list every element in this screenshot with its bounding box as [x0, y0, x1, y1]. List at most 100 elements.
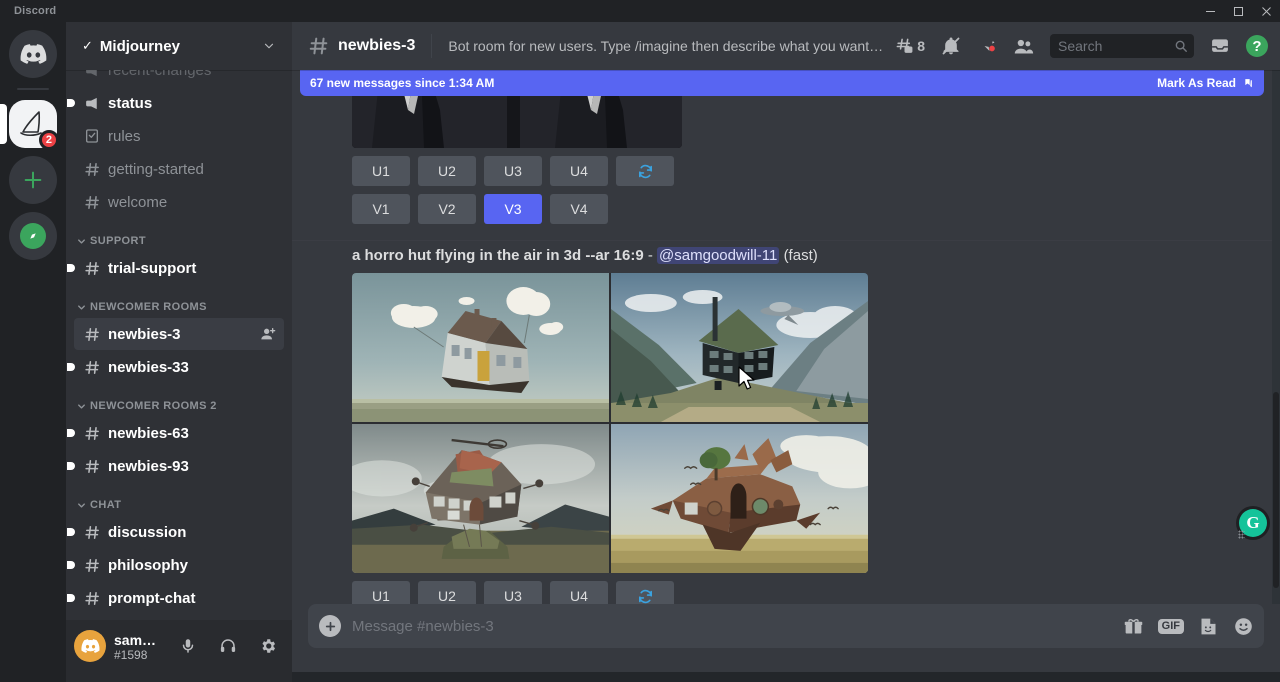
variation-button-row: V1 V2 V3 V4: [352, 186, 1264, 224]
announcement-icon: [82, 95, 102, 112]
hash-thread-icon: [82, 326, 102, 343]
sidebar-item-newbies-63[interactable]: newbies-63: [74, 417, 284, 449]
member-list-button[interactable]: [1009, 36, 1038, 57]
sidebar-item-trial-support[interactable]: trial-support: [74, 252, 284, 284]
announcement-icon: [82, 70, 102, 79]
rail-divider: [17, 88, 49, 90]
message-item: a horro hut flying in the air in 3d --ar…: [292, 240, 1280, 604]
rail-item-home[interactable]: [9, 30, 57, 78]
unread-indicator: [67, 99, 75, 107]
mark-as-read-button[interactable]: Mark As Read: [1157, 76, 1254, 90]
message-scrollbar[interactable]: [1272, 70, 1280, 604]
maximize-button[interactable]: [1224, 0, 1252, 22]
u1-button[interactable]: U1: [352, 581, 410, 604]
user-info[interactable]: samgoodw... #1598: [114, 631, 164, 662]
category-newcomer-rooms-2[interactable]: NEWCOMER ROOMS 2: [66, 384, 292, 416]
sidebar-item-newbies-3[interactable]: newbies-3: [74, 318, 284, 350]
notifications-muted-button[interactable]: [937, 36, 965, 56]
server-unread-badge: 2: [39, 130, 59, 150]
message-prompt: a horro hut flying in the air in 3d --ar…: [352, 243, 1264, 273]
message-input[interactable]: Message #newbies-3: [352, 618, 1123, 635]
gif-button[interactable]: GIF: [1158, 619, 1184, 634]
grammarly-drag-handle[interactable]: [1238, 530, 1245, 539]
headphones-icon[interactable]: [212, 630, 244, 662]
sidebar-item-welcome[interactable]: welcome: [74, 186, 284, 218]
minimize-button[interactable]: [1196, 0, 1224, 22]
new-messages-banner[interactable]: 67 new messages since 1:34 AM Mark As Re…: [300, 70, 1264, 96]
scrollbar-thumb[interactable]: [1273, 392, 1279, 588]
sidebar-item-label: philosophy: [108, 557, 276, 574]
prompt-text: a horro hut flying in the air in 3d --ar…: [352, 247, 644, 264]
threads-button[interactable]: 8: [891, 37, 929, 56]
attach-button[interactable]: [308, 604, 352, 648]
mention-author[interactable]: @samgoodwill-11: [657, 247, 779, 264]
sidebar-item-prompt-chat[interactable]: prompt-chat: [74, 582, 284, 614]
search-input[interactable]: Search: [1050, 34, 1194, 58]
hash-thread-icon: [82, 359, 102, 376]
v3-button[interactable]: V3: [484, 194, 542, 224]
rail-item-add-server[interactable]: [9, 156, 57, 204]
server-header[interactable]: ✓ Midjourney: [66, 22, 292, 70]
avatar[interactable]: [74, 630, 106, 662]
emoji-icon[interactable]: [1233, 616, 1254, 637]
sticker-icon[interactable]: [1198, 616, 1219, 637]
floating-airship-house-image: [611, 424, 868, 573]
sidebar-item-philosophy[interactable]: philosophy: [74, 549, 284, 581]
pinned-messages-button[interactable]: [973, 36, 1001, 56]
microphone-icon[interactable]: [172, 630, 204, 662]
close-button[interactable]: [1252, 0, 1280, 22]
sidebar-item-newbies-93[interactable]: newbies-93: [74, 450, 284, 482]
v4-button[interactable]: V4: [550, 194, 608, 224]
u1-button[interactable]: U1: [352, 156, 410, 186]
grammarly-widget[interactable]: G: [1236, 506, 1270, 540]
sidebar-item-status[interactable]: status: [74, 87, 284, 119]
inbox-button[interactable]: [1206, 36, 1234, 56]
chevron-down-icon: [76, 401, 87, 412]
sidebar-item-label: newbies-33: [108, 359, 276, 376]
channel-list[interactable]: recent-changes status rules: [66, 70, 292, 620]
help-button[interactable]: ?: [1242, 35, 1272, 57]
grid-image-1[interactable]: [352, 273, 609, 422]
gear-icon[interactable]: [252, 630, 284, 662]
rail-item-midjourney[interactable]: 2: [9, 100, 57, 148]
grid-image-3[interactable]: [352, 424, 609, 573]
reroll-button[interactable]: [616, 581, 674, 604]
grid-image-2[interactable]: [611, 273, 868, 422]
u2-button[interactable]: U2: [418, 581, 476, 604]
message-scroll[interactable]: U1 U2 U3 U4 V1: [292, 70, 1280, 604]
chevron-down-icon[interactable]: [262, 39, 276, 53]
gift-icon[interactable]: [1123, 616, 1144, 637]
u3-button[interactable]: U3: [484, 581, 542, 604]
rail-item-explore[interactable]: [9, 212, 57, 260]
sidebar-item-recent-changes[interactable]: recent-changes: [74, 70, 284, 86]
category-support[interactable]: SUPPORT: [66, 219, 292, 251]
u4-button[interactable]: U4: [550, 581, 608, 604]
discord-window: Discord: [0, 0, 1280, 682]
unread-indicator: [67, 462, 75, 470]
sidebar-item-getting-started[interactable]: getting-started: [74, 153, 284, 185]
message-composer[interactable]: Message #newbies-3 GIF: [308, 604, 1264, 648]
message-area[interactable]: U1 U2 U3 U4 V1: [292, 70, 1280, 604]
sidebar-item-discussion[interactable]: discussion: [74, 516, 284, 548]
category-chat[interactable]: CHAT: [66, 483, 292, 515]
upscale-button-row: U1 U2 U3 U4: [352, 573, 1264, 604]
active-server-pill: [0, 104, 7, 144]
u4-button[interactable]: U4: [550, 156, 608, 186]
category-newcomer-rooms[interactable]: NEWCOMER ROOMS: [66, 285, 292, 317]
u2-button[interactable]: U2: [418, 156, 476, 186]
grid-image-4[interactable]: [611, 424, 868, 573]
reroll-button[interactable]: [616, 156, 674, 186]
floating-house-balloons-image: [352, 273, 609, 422]
search-placeholder: Search: [1058, 38, 1174, 54]
message-attachment-grid[interactable]: [352, 273, 868, 573]
v1-button[interactable]: V1: [352, 194, 410, 224]
add-members-icon[interactable]: [260, 326, 276, 342]
composer-actions: GIF: [1123, 616, 1254, 637]
v2-button[interactable]: V2: [418, 194, 476, 224]
sidebar-item-rules[interactable]: rules: [74, 120, 284, 152]
sidebar-item-newbies-33[interactable]: newbies-33: [74, 351, 284, 383]
server-rail: 2: [0, 22, 66, 672]
channel-topic: Bot room for new users. Type /imagine th…: [448, 38, 883, 54]
u3-button[interactable]: U3: [484, 156, 542, 186]
app-title: Discord: [14, 5, 56, 17]
